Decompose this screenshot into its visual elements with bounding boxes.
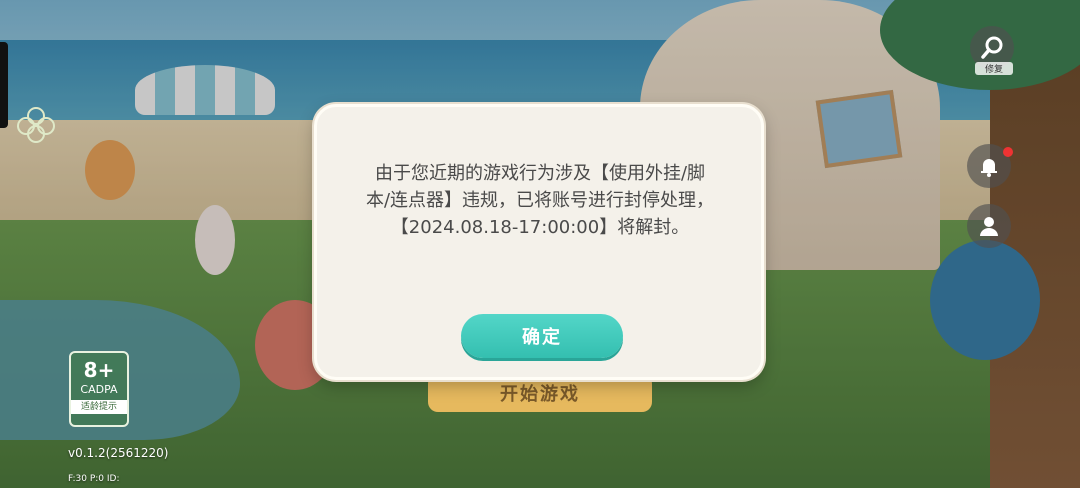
left-edge-tab [0, 42, 8, 128]
age-rating-badge: 8+ CADPA 适龄提示 [69, 351, 129, 427]
id-text: ID: [106, 474, 120, 484]
fps-text: F:30 [68, 474, 87, 484]
account-button[interactable] [967, 204, 1011, 248]
bell-icon [981, 159, 997, 177]
flower-icon[interactable] [14, 104, 58, 148]
ping-text: P:0 [89, 474, 105, 484]
version-text: v0.1.2(2561220) [68, 446, 169, 460]
user-icon [980, 217, 998, 236]
ban-notice-dialog: 由于您近期的游戏行为涉及【使用外挂/脚本/连点器】违规，已将账号进行封停处理，【… [314, 104, 764, 380]
ban-message: 由于您近期的游戏行为涉及【使用外挂/脚本/连点器】违规，已将账号进行封停处理，【… [365, 163, 715, 238]
debug-stats: F:30 P:0 ID: [68, 474, 120, 484]
age-rating-age: 8+ [83, 358, 115, 382]
age-rating-note: 适龄提示 [71, 400, 127, 414]
repair-label: 修复 [975, 62, 1013, 75]
confirm-button[interactable]: 确定 [461, 314, 623, 358]
wrench-icon [981, 36, 1003, 59]
age-rating-org: CADPA [80, 383, 118, 396]
notification-dot [1003, 147, 1013, 157]
